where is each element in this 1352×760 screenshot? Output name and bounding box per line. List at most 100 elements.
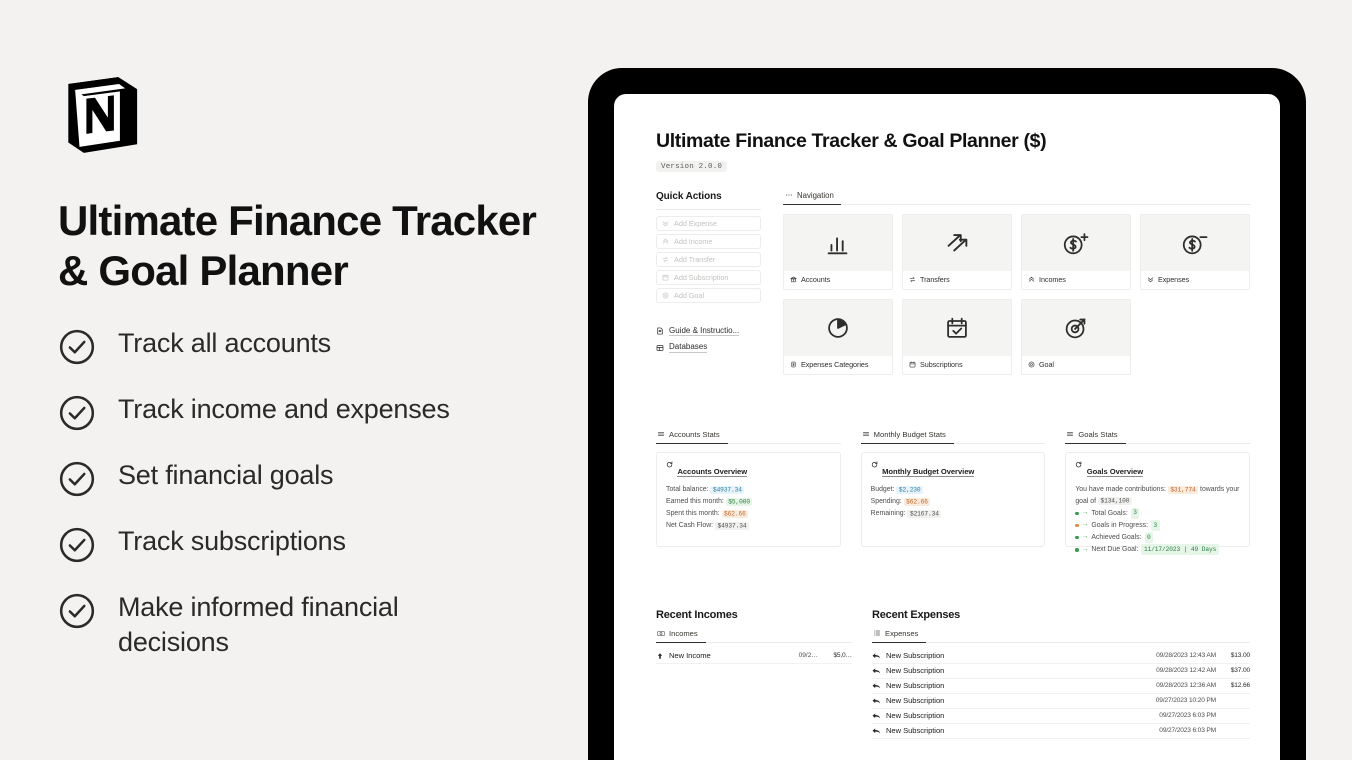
nav-card-transfers[interactable]: Transfers bbox=[902, 213, 1012, 290]
goal-bullet: → Next Due Goal: 11/17/2023 | 49 Days bbox=[1075, 544, 1240, 556]
arrow-icon: → bbox=[1081, 533, 1089, 541]
tab-navigation[interactable]: Navigation bbox=[783, 191, 841, 205]
bullet-dot bbox=[1075, 511, 1079, 516]
refresh-icon[interactable] bbox=[666, 461, 673, 468]
link-label: Guide & Instructio... bbox=[669, 325, 740, 337]
stat-row: Earned this month: $5,000 bbox=[666, 496, 831, 508]
bullet-dot bbox=[1075, 535, 1079, 540]
arrow-return-icon bbox=[872, 713, 881, 719]
tab-accounts-stats[interactable]: Accounts Stats bbox=[656, 430, 728, 444]
version-badge: Version 2.0.0 bbox=[656, 161, 728, 173]
arrow-icon: → bbox=[1081, 509, 1089, 517]
list-item[interactable]: New Subscription 09/28/2023 12:36 AM $12… bbox=[872, 679, 1250, 694]
stat-value: $62.66 bbox=[721, 509, 749, 518]
expense-name: New Subscription bbox=[886, 711, 945, 721]
target-icon bbox=[662, 292, 669, 299]
add-expense-button[interactable]: Add Expense bbox=[656, 215, 761, 231]
stat-row: Net Cash Flow: $4937.34 bbox=[666, 520, 831, 532]
bullet-label: Total Goals: bbox=[1091, 509, 1128, 517]
nav-card-expenses[interactable]: Expenses bbox=[1140, 213, 1250, 290]
promo-title: Ultimate Finance Tracker & Goal Planner bbox=[58, 197, 537, 294]
calendar-icon bbox=[662, 274, 669, 281]
card-title: Accounts Overview bbox=[677, 466, 748, 478]
bullet-value: 11/17/2023 | 49 Days bbox=[1141, 544, 1219, 556]
feature-item: Set financial goals bbox=[58, 458, 558, 498]
double-chevron-up-icon bbox=[662, 238, 669, 244]
card-label-row: Expenses Categories bbox=[784, 355, 892, 374]
stat-tabbar: Accounts Stats bbox=[656, 430, 841, 444]
tab-goals-stats[interactable]: Goals Stats bbox=[1065, 430, 1126, 444]
double-chevron-down-icon bbox=[662, 221, 669, 227]
refresh-icon[interactable] bbox=[871, 461, 878, 468]
stat-value: $5,000 bbox=[725, 497, 753, 506]
add-income-button[interactable]: Add Income bbox=[656, 233, 761, 249]
add-subscription-button[interactable]: Add Subscription bbox=[656, 269, 761, 285]
stat-value: $62.66 bbox=[903, 497, 931, 506]
tablet-device-frame: Ultimate Finance Tracker & Goal Planner … bbox=[588, 68, 1306, 760]
card-artwork bbox=[784, 214, 892, 271]
budget-stats-section: Monthly Budget Stats Monthly Budget Over… bbox=[860, 430, 1046, 547]
stat-label: Budget: bbox=[870, 486, 895, 494]
check-circle-icon bbox=[59, 593, 95, 629]
nav-card-incomes[interactable]: Incomes bbox=[1021, 213, 1131, 290]
add-transfer-button[interactable]: Add Transfer bbox=[656, 251, 761, 267]
recent-row: Recent Incomes Incomes New Income 09/2… bbox=[656, 609, 1250, 739]
expense-name: New Subscription bbox=[886, 666, 945, 676]
stat-label: Remaining: bbox=[870, 510, 906, 518]
bank-icon bbox=[790, 276, 797, 283]
arrow-icon: → bbox=[1081, 545, 1089, 553]
recent-expenses-section: Recent Expenses Expenses New Subscriptio… bbox=[872, 609, 1250, 739]
dollar-circle-plus-icon bbox=[1063, 233, 1089, 255]
list-icon bbox=[791, 362, 796, 368]
list-item[interactable]: New Subscription 09/28/2023 12:43 AM $13… bbox=[872, 649, 1250, 664]
check-circle-icon bbox=[59, 461, 95, 497]
list-item[interactable]: New Subscription 09/27/2023 6:03 PM bbox=[872, 724, 1250, 739]
feature-label: Track subscriptions bbox=[118, 525, 346, 556]
nav-card-subscriptions[interactable]: Subscriptions bbox=[902, 298, 1012, 375]
stat-label: Total balance: bbox=[666, 486, 709, 494]
pie-chart-icon bbox=[828, 318, 848, 338]
card-artwork bbox=[1022, 299, 1130, 356]
stat-label: Spent this month: bbox=[666, 510, 720, 518]
navigation-card-grid: Accounts Transfers Incomes Expenses Expe… bbox=[783, 213, 1250, 375]
feature-label: Make informed financial decisions bbox=[118, 591, 399, 658]
arrow-up-icon bbox=[657, 653, 663, 659]
stat-label: Earned this month: bbox=[666, 498, 724, 506]
add-goal-button[interactable]: Add Goal bbox=[656, 287, 761, 303]
bullet-value: 0 bbox=[1144, 532, 1154, 544]
nav-card-goal[interactable]: Goal bbox=[1021, 298, 1131, 375]
link-guide-instructions[interactable]: Guide & Instructio... bbox=[656, 326, 761, 337]
tab-incomes[interactable]: Incomes bbox=[656, 629, 706, 643]
tab-monthly-budget-stats[interactable]: Monthly Budget Stats bbox=[860, 430, 954, 444]
list-item[interactable]: New Subscription 09/28/2023 12:42 AM $37… bbox=[872, 664, 1250, 679]
expense-date: 09/27/2023 10:20 PM bbox=[1155, 697, 1216, 705]
expense-date: 09/28/2023 12:36 AM bbox=[1156, 682, 1216, 690]
document-icon bbox=[657, 327, 663, 335]
list-item[interactable]: New Subscription 09/27/2023 6:03 PM bbox=[872, 709, 1250, 724]
check-circle-icon bbox=[59, 395, 95, 431]
arrow-return-icon bbox=[872, 683, 881, 689]
tab-label: Accounts Stats bbox=[669, 429, 720, 439]
bullet-label: Achieved Goals: bbox=[1091, 534, 1142, 542]
card-label: Expenses bbox=[1158, 275, 1190, 285]
divider bbox=[656, 208, 761, 210]
stat-tabbar: Goals Stats bbox=[1065, 430, 1251, 444]
list-item[interactable]: New Subscription 09/27/2023 10:20 PM bbox=[872, 694, 1250, 709]
refresh-icon[interactable] bbox=[1075, 461, 1082, 468]
list-item[interactable]: New Income 09/2… $5,0… bbox=[656, 649, 852, 664]
link-databases[interactable]: Databases bbox=[656, 342, 761, 353]
stat-value: $2,230 bbox=[896, 485, 924, 494]
money-icon bbox=[657, 631, 665, 636]
tab-expenses[interactable]: Expenses bbox=[872, 629, 927, 643]
stat-label: Spending: bbox=[870, 498, 902, 506]
accounts-overview-card: Accounts Overview Total balance: $4937.3… bbox=[656, 451, 841, 547]
nav-card-expenses-categories[interactable]: Expenses Categories bbox=[783, 298, 893, 375]
card-label: Transfers bbox=[920, 275, 950, 285]
poster-stage: Ultimate Finance Tracker & Goal Planner … bbox=[0, 0, 1352, 760]
recent-tabbar: Incomes bbox=[656, 629, 852, 643]
quick-actions-heading: Quick Actions bbox=[656, 190, 722, 202]
nav-card-accounts[interactable]: Accounts bbox=[783, 213, 893, 290]
bullet-dot bbox=[1075, 548, 1079, 552]
stat-value: $2167.34 bbox=[907, 509, 942, 518]
expense-name: New Subscription bbox=[886, 726, 945, 736]
